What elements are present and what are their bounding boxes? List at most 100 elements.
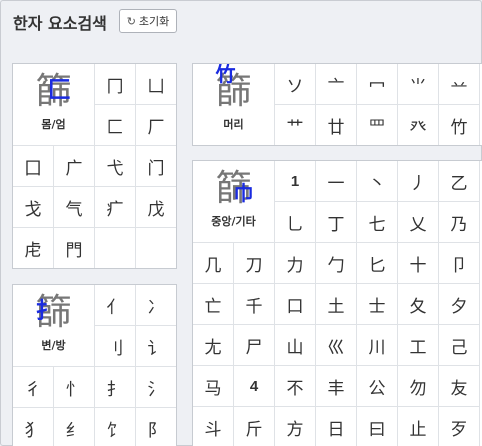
head-component-cell[interactable]: 䒑 <box>439 64 480 105</box>
head-component-cell[interactable]: 廿 <box>316 105 357 145</box>
head-component-cell[interactable]: 癶 <box>398 105 439 145</box>
enclosure-component-cell[interactable]: 冂 <box>95 64 136 105</box>
side-hero-char: 篩扌 <box>35 292 72 333</box>
middle-component-cell[interactable]: 丰 <box>316 366 357 407</box>
side-component-cell[interactable]: 刂 <box>95 326 136 367</box>
middle-component-cell[interactable]: 曰 <box>357 407 398 446</box>
enclosure-component-cell[interactable]: 囗 <box>13 146 54 187</box>
middle-component-cell[interactable]: 方 <box>275 407 316 446</box>
middle-component-cell[interactable]: 尸 <box>234 325 275 366</box>
enclosure-hero-char: 篩匚 <box>35 71 72 112</box>
middle-component-cell[interactable]: 千 <box>234 284 275 325</box>
side-component-cell[interactable]: 阝 <box>136 408 176 446</box>
middle-hero-highlight: 巾 <box>233 181 254 205</box>
enclosure-component-cell[interactable]: 匚 <box>95 105 136 146</box>
middle-component-cell[interactable]: 工 <box>398 325 439 366</box>
enclosure-component-cell[interactable]: 凵 <box>136 64 176 105</box>
middle-component-cell[interactable]: 乃 <box>439 202 480 243</box>
middle-component-cell[interactable]: 山 <box>275 325 316 366</box>
head-component-cell[interactable]: ⺌ <box>398 64 439 105</box>
side-component-cell[interactable]: 忄 <box>54 367 95 408</box>
middle-component-cell[interactable]: 匕 <box>357 243 398 284</box>
side-component-cell[interactable]: 冫 <box>136 285 176 326</box>
middle-component-cell[interactable]: 友 <box>439 366 480 407</box>
head-hero-char: 篩竹 <box>215 63 252 112</box>
middle-component-cell[interactable]: 巛 <box>316 325 357 366</box>
middle-component-cell[interactable]: 公 <box>357 366 398 407</box>
middle-component-cell[interactable]: 一 <box>316 161 357 202</box>
head-component-cell[interactable]: 冖 <box>357 64 398 105</box>
middle-component-cell[interactable]: 口 <box>275 284 316 325</box>
middle-component-cell[interactable]: 乂 <box>398 202 439 243</box>
middle-component-cell[interactable]: 丁 <box>316 202 357 243</box>
enclosure-component-cell[interactable]: 門 <box>54 228 95 268</box>
enclosure-empty-cell <box>136 228 176 268</box>
middle-component-cell[interactable]: 力 <box>275 243 316 284</box>
middle-component-cell[interactable]: 马 <box>193 366 234 407</box>
middle-component-cell[interactable]: 勿 <box>398 366 439 407</box>
enclosure-hero-highlight: 匚 <box>47 76 72 104</box>
middle-panel: 篩巾 중앙/기타 1 一丶丿乙乚丁七乂乃几刀力勹匕十卩亡千口土士夂夕尢尸山巛川工己马 4… <box>192 160 482 446</box>
middle-component-cell[interactable]: 七 <box>357 202 398 243</box>
side-component-cell[interactable]: 扌 <box>95 367 136 408</box>
enclosure-component-cell[interactable]: 广 <box>54 146 95 187</box>
head-hero: 篩竹 머리 <box>193 63 275 145</box>
enclosure-component-cell[interactable]: 虍 <box>13 228 54 268</box>
side-component-cell[interactable]: 饣 <box>95 408 136 446</box>
reset-button[interactable]: ↻ 초기화 <box>119 9 177 33</box>
enclosure-component-cell[interactable]: 门 <box>136 146 176 187</box>
middle-hero-char: 篩巾 <box>215 168 254 209</box>
middle-component-cell[interactable]: 士 <box>357 284 398 325</box>
head-component-cell[interactable]: 艹 <box>275 105 316 145</box>
middle-component-cell[interactable]: 尢 <box>193 325 234 366</box>
middle-component-cell[interactable]: 卩 <box>439 243 480 284</box>
middle-component-cell[interactable]: 不 <box>275 366 316 407</box>
enclosure-component-cell[interactable]: 戈 <box>13 187 54 228</box>
enclosure-component-cell[interactable]: 戊 <box>136 187 176 228</box>
enclosure-component-cell[interactable]: 疒 <box>95 187 136 228</box>
middle-component-cell[interactable]: 几 <box>193 243 234 284</box>
middle-component-cell[interactable]: 十 <box>398 243 439 284</box>
head-component-cell[interactable]: 罒 <box>357 105 398 145</box>
middle-component-cell[interactable]: 止 <box>398 407 439 446</box>
middle-hero-label: 중앙/기타 <box>211 215 256 228</box>
middle-component-cell[interactable]: 4 <box>234 366 275 407</box>
middle-component-cell[interactable]: 夕 <box>439 284 480 325</box>
middle-component-cell[interactable]: 斗 <box>193 407 234 446</box>
middle-component-cell[interactable]: 夂 <box>398 284 439 325</box>
middle-hero: 篩巾 중앙/기타 <box>193 161 275 243</box>
enclosure-component-cell[interactable]: 弋 <box>95 146 136 187</box>
enclosure-component-cell[interactable]: 厂 <box>136 105 176 146</box>
middle-component-cell[interactable]: 勹 <box>316 243 357 284</box>
enclosure-hero: 篩匚 몸/엄 <box>13 64 95 146</box>
middle-component-cell[interactable]: 斤 <box>234 407 275 446</box>
side-component-cell[interactable]: 亻 <box>95 285 136 326</box>
middle-component-cell[interactable]: 歹 <box>439 407 480 446</box>
side-hero-highlight: 扌 <box>35 299 58 324</box>
side-hero-label: 변/방 <box>41 339 66 352</box>
middle-component-cell[interactable]: 川 <box>357 325 398 366</box>
enclosure-empty-cell <box>95 228 136 268</box>
head-hero-highlight: 竹 <box>215 63 236 86</box>
middle-component-cell[interactable]: 己 <box>439 325 480 366</box>
middle-component-cell[interactable]: 乚 <box>275 202 316 243</box>
middle-component-cell[interactable]: 1 <box>275 161 316 202</box>
side-component-cell[interactable]: 彳 <box>13 367 54 408</box>
middle-component-cell[interactable]: 丶 <box>357 161 398 202</box>
middle-component-cell[interactable]: 日 <box>316 407 357 446</box>
head-component-cell[interactable]: 亠 <box>316 64 357 105</box>
middle-component-cell[interactable]: 丿 <box>398 161 439 202</box>
page-title: 한자 요소검색 <box>13 14 107 33</box>
middle-component-cell[interactable]: 刀 <box>234 243 275 284</box>
head-component-cell[interactable]: ソ <box>275 64 316 105</box>
side-component-cell[interactable]: 氵 <box>136 367 176 408</box>
side-component-cell[interactable]: 讠 <box>136 326 176 367</box>
middle-component-cell[interactable]: 乙 <box>439 161 480 202</box>
enclosure-component-cell[interactable]: 气 <box>54 187 95 228</box>
side-component-cell[interactable]: 犭 <box>13 408 54 446</box>
head-component-cell[interactable]: 竹 <box>439 105 480 145</box>
side-component-cell[interactable]: 纟 <box>54 408 95 446</box>
middle-component-cell[interactable]: 土 <box>316 284 357 325</box>
middle-component-cell[interactable]: 亡 <box>193 284 234 325</box>
head-hero-label: 머리 <box>223 118 244 131</box>
